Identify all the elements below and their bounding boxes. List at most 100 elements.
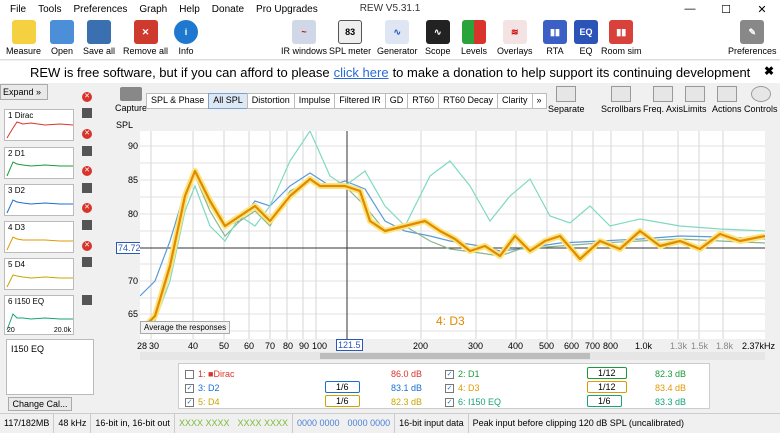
- banner-text-1: REW is free software, but if you can aff…: [30, 64, 330, 80]
- delete-measurement-4-icon[interactable]: ✕: [82, 203, 92, 213]
- legend-item-1[interactable]: 1: ■Dirac: [185, 369, 234, 379]
- menu-graph[interactable]: Graph: [133, 4, 173, 15]
- legend-checkbox[interactable]: ✓: [185, 397, 194, 407]
- measurement-label: 1 Dirac: [8, 111, 34, 120]
- legend-checkbox[interactable]: ✓: [445, 369, 454, 379]
- change-cal-button[interactable]: Change Cal...: [8, 397, 72, 411]
- x-tick: 300: [468, 341, 484, 351]
- save-measurement-2-icon[interactable]: [82, 146, 92, 156]
- menu-preferences[interactable]: Preferences: [67, 4, 133, 15]
- tab-distortion[interactable]: Distortion: [246, 93, 295, 109]
- smoothing-badge[interactable]: 1/6: [587, 395, 622, 407]
- expand-button[interactable]: Expand »: [0, 84, 48, 100]
- legend-checkbox[interactable]: ✓: [445, 397, 454, 407]
- info-button[interactable]: i Info: [174, 20, 198, 56]
- legend-item-4[interactable]: ✓ 4: D3: [445, 383, 480, 393]
- range-high: 20.0k: [53, 327, 71, 334]
- minimize-icon[interactable]: —: [672, 0, 708, 18]
- tab-all-spl[interactable]: All SPL: [208, 93, 248, 109]
- spl-graph[interactable]: Average the responses 4: D3: [137, 129, 766, 339]
- measurement-2[interactable]: 2 D1: [4, 147, 74, 179]
- x-tick: 28: [137, 341, 148, 351]
- legend-item-6[interactable]: ✓ 6: I150 EQ: [445, 397, 501, 407]
- menu-help[interactable]: Help: [173, 4, 206, 15]
- smoothing-badge[interactable]: 1/12: [587, 367, 627, 379]
- spl-meter-icon: 83: [338, 20, 363, 44]
- legend-item-5[interactable]: ✓ 5: D4: [185, 397, 220, 407]
- legend-checkbox[interactable]: [185, 369, 194, 379]
- legend-checkbox[interactable]: ✓: [185, 383, 194, 393]
- overlays-button[interactable]: ≋ Overlays: [497, 20, 533, 56]
- actions-button[interactable]: Actions: [712, 86, 742, 114]
- eq-button[interactable]: EQ EQ: [574, 20, 598, 56]
- save-measurement-3-icon[interactable]: [82, 183, 92, 193]
- separate-icon: [556, 86, 577, 102]
- tab-rt60-decay[interactable]: RT60 Decay: [438, 93, 498, 109]
- close-icon[interactable]: ✕: [744, 0, 780, 18]
- save-all-button[interactable]: Save all: [83, 20, 115, 56]
- scrollbars-button[interactable]: Scrollbars: [601, 86, 641, 114]
- menu-pro-upgrades[interactable]: Pro Upgrades: [250, 4, 324, 15]
- menu-donate[interactable]: Donate: [206, 4, 250, 15]
- tab-spl-phase[interactable]: SPL & Phase: [146, 93, 210, 109]
- legend-item-3[interactable]: ✓ 3: D2: [185, 383, 220, 393]
- separate-button[interactable]: Separate: [548, 86, 585, 114]
- delete-measurement-2-icon[interactable]: ✕: [82, 129, 92, 139]
- maximize-icon[interactable]: ☐: [708, 0, 744, 18]
- tab-filtered-ir[interactable]: Filtered IR: [334, 93, 386, 109]
- menu-file[interactable]: File: [4, 4, 32, 15]
- tab-gd[interactable]: GD: [384, 93, 409, 109]
- output-level-2: 0000 0000: [344, 413, 396, 433]
- save-measurement-6-icon[interactable]: [82, 295, 92, 305]
- capture-button[interactable]: Capture: [115, 87, 147, 113]
- smoothing-badge[interactable]: 1/12: [587, 381, 627, 393]
- bit-depth: 16-bit in, 16-bit out: [91, 413, 175, 433]
- smoothing-badge[interactable]: 1/6: [325, 395, 360, 407]
- measurement-5[interactable]: 5 D4: [4, 258, 74, 290]
- menu-bar: File Tools Preferences Graph Help Donate…: [4, 4, 324, 15]
- save-measurement-1-icon[interactable]: [82, 108, 92, 118]
- scope-icon: ∿: [425, 20, 450, 44]
- x-tick: 200: [413, 341, 429, 351]
- remove-all-button[interactable]: ✕ Remove all: [123, 20, 168, 56]
- measurement-notes[interactable]: I150 EQ: [6, 339, 94, 395]
- room-sim-button[interactable]: ▮▮ Room sim: [601, 20, 642, 56]
- controls-button[interactable]: Controls: [744, 86, 778, 114]
- preferences-button[interactable]: ✎ Preferences: [728, 20, 777, 56]
- measurement-4[interactable]: 4 D3: [4, 221, 74, 253]
- horizontal-scrollbar[interactable]: [140, 352, 765, 360]
- freq-axis-button[interactable]: Freq. Axis: [643, 86, 683, 114]
- close-banner-icon[interactable]: ✖: [764, 64, 774, 78]
- ir-windows-button[interactable]: ~ IR windows: [281, 20, 327, 56]
- measurement-6[interactable]: 6 I150 EQ 20 20.0k: [4, 295, 74, 335]
- legend-item-2[interactable]: ✓ 2: D1: [445, 369, 480, 379]
- limits-button[interactable]: Limits: [683, 86, 707, 114]
- open-button[interactable]: Open: [50, 20, 74, 56]
- y-tick: 65: [128, 309, 139, 319]
- tab-more[interactable]: »: [531, 93, 547, 109]
- levels-button[interactable]: Levels: [461, 20, 487, 56]
- tab-impulse[interactable]: Impulse: [293, 93, 336, 109]
- save-measurement-4-icon[interactable]: [82, 220, 92, 230]
- measurement-3[interactable]: 3 D2: [4, 184, 74, 216]
- measure-button[interactable]: Measure: [6, 20, 41, 56]
- measurement-1[interactable]: 1 Dirac: [4, 109, 74, 141]
- memory-usage[interactable]: 117/182MB: [0, 413, 55, 433]
- legend-checkbox[interactable]: ✓: [445, 383, 454, 393]
- smoothing-badge[interactable]: 1/6: [325, 381, 360, 393]
- scrollbar-thumb[interactable]: [320, 353, 590, 359]
- delete-measurement-5-icon[interactable]: ✕: [82, 241, 92, 251]
- tab-clarity[interactable]: Clarity: [496, 93, 533, 109]
- output-level-1: 0000 0000: [297, 418, 340, 428]
- save-measurement-5-icon[interactable]: [82, 257, 92, 267]
- spl-meter-button[interactable]: 83 SPL meter: [329, 20, 371, 56]
- tab-rt60[interactable]: RT60: [407, 93, 440, 109]
- generator-button[interactable]: ∿ Generator: [377, 20, 418, 56]
- delete-measurement-1-icon[interactable]: ✕: [82, 92, 92, 102]
- delete-measurement-3-icon[interactable]: ✕: [82, 166, 92, 176]
- donate-link[interactable]: click here: [334, 65, 389, 80]
- rta-button[interactable]: ▮▮ RTA: [543, 20, 567, 56]
- scope-button[interactable]: ∿ Scope: [425, 20, 451, 56]
- legend-value: 82.3 dB: [655, 369, 687, 379]
- menu-tools[interactable]: Tools: [32, 4, 67, 15]
